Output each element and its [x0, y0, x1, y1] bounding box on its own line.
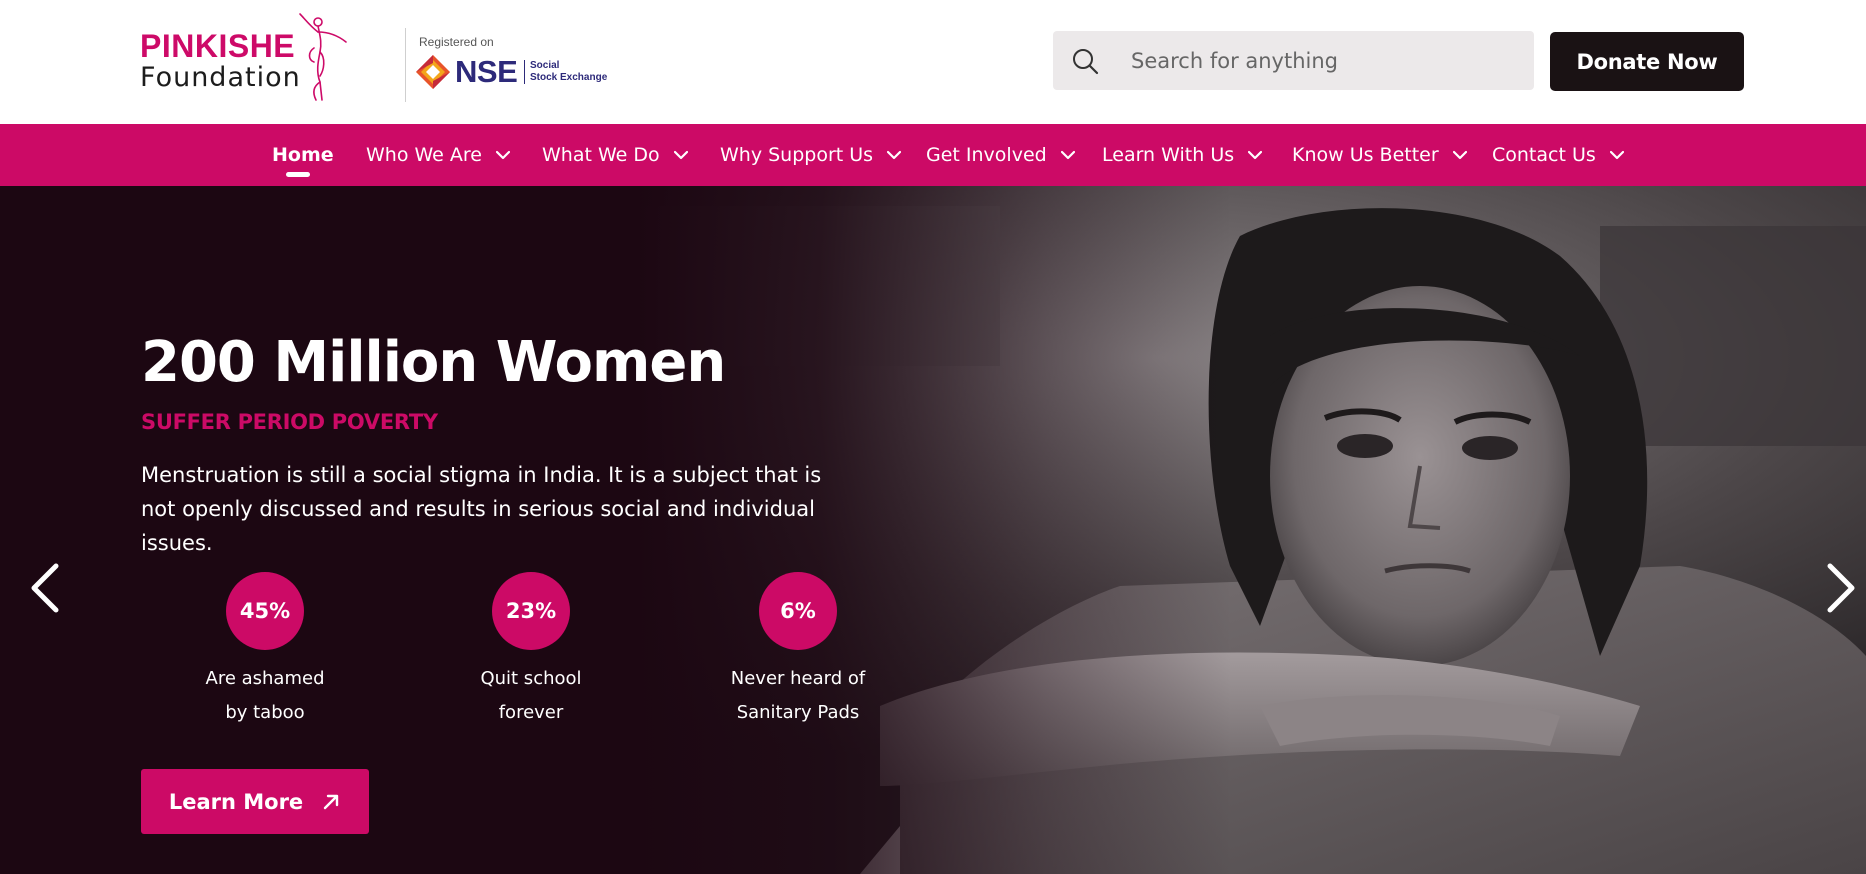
nav-label: Who We Are [366, 144, 482, 166]
main-nav: Home Who We Are What We Do Why Support U… [0, 124, 1866, 186]
nav-item-learn-with-us[interactable]: Learn With Us [1102, 124, 1263, 186]
chevron-down-icon [495, 150, 510, 160]
nav-label: Home [272, 144, 334, 166]
stat-label-line1: Never heard of [730, 668, 866, 689]
hero-title: 200 Million Women [141, 330, 726, 395]
nav-label: Why Support Us [720, 144, 874, 166]
nav-active-indicator [286, 172, 310, 177]
nav-label: What We Do [542, 144, 660, 166]
arrow-up-right-icon [323, 794, 339, 809]
stat-label: Are ashamed by taboo [175, 662, 355, 730]
nse-separator [524, 60, 525, 84]
stat-never-heard: 6% Never heard of Sanitary Pads [708, 572, 888, 730]
hero-subtitle: SUFFER PERIOD POVERTY [141, 410, 438, 434]
nav-item-who-we-are[interactable]: Who We Are [366, 124, 510, 186]
nav-label: Get Involved [926, 144, 1047, 166]
chevron-down-icon [1060, 150, 1075, 160]
nse-subtitle: Social Stock Exchange [530, 60, 610, 84]
stat-label-line2: by taboo [225, 702, 305, 723]
stat-label-line1: Are ashamed [205, 668, 325, 689]
nav-item-what-we-do[interactable]: What We Do [542, 124, 688, 186]
nav-item-get-involved[interactable]: Get Involved [926, 124, 1075, 186]
donate-now-button[interactable]: Donate Now [1550, 32, 1744, 91]
stat-ashamed: 45% Are ashamed by taboo [175, 572, 355, 730]
logo-name: PINKISHE [140, 28, 296, 64]
nse-subtitle-line2: Stock Exchange [530, 72, 608, 83]
stat-quit-school: 23% Quit school forever [441, 572, 621, 730]
stat-label: Never heard of Sanitary Pads [708, 662, 888, 730]
chevron-down-icon [1609, 150, 1624, 160]
stat-value: 23% [492, 572, 570, 650]
nse-subtitle-line1: Social [530, 60, 560, 71]
nse-logo-icon [416, 55, 450, 89]
learn-more-label: Learn More [168, 789, 304, 814]
nse-registration-badge: Registered on NSE Social Stock Exchange [415, 34, 607, 94]
stat-label-line2: forever [498, 702, 564, 723]
nav-item-contact-us[interactable]: Contact Us [1492, 124, 1624, 186]
stat-label-line1: Quit school [480, 668, 582, 689]
stat-label: Quit school forever [441, 662, 621, 730]
carousel-prev-arrow-icon[interactable] [24, 558, 68, 618]
nav-label: Contact Us [1492, 144, 1596, 166]
chevron-down-icon [673, 150, 688, 160]
logo-subname: Foundation [140, 62, 301, 93]
dancer-figure-icon [299, 13, 347, 101]
pinkishe-logo[interactable]: PINKISHE Foundation [140, 12, 355, 104]
search-bar [1053, 31, 1534, 90]
chevron-down-icon [1452, 150, 1467, 160]
stat-value: 45% [226, 572, 304, 650]
nse-registered-label: Registered on [419, 35, 494, 49]
nse-letters: NSE [455, 54, 518, 89]
carousel-next-arrow-icon[interactable] [1818, 558, 1862, 618]
header-divider [405, 28, 406, 102]
site-header: PINKISHE Foundation Registered on NSE So… [0, 0, 1866, 124]
stat-label-line2: Sanitary Pads [736, 702, 860, 723]
nav-label: Know Us Better [1292, 144, 1439, 166]
nav-item-why-support-us[interactable]: Why Support Us [720, 124, 902, 186]
nav-item-know-us-better[interactable]: Know Us Better [1292, 124, 1467, 186]
hero-description: Menstruation is still a social stigma in… [141, 463, 822, 555]
search-input[interactable] [1131, 31, 1521, 90]
learn-more-button[interactable]: Learn More [141, 769, 369, 834]
chevron-down-icon [1248, 150, 1263, 160]
search-icon[interactable] [1071, 47, 1099, 75]
nav-label: Learn With Us [1102, 144, 1235, 166]
stat-value: 6% [759, 572, 837, 650]
chevron-down-icon [887, 150, 902, 160]
